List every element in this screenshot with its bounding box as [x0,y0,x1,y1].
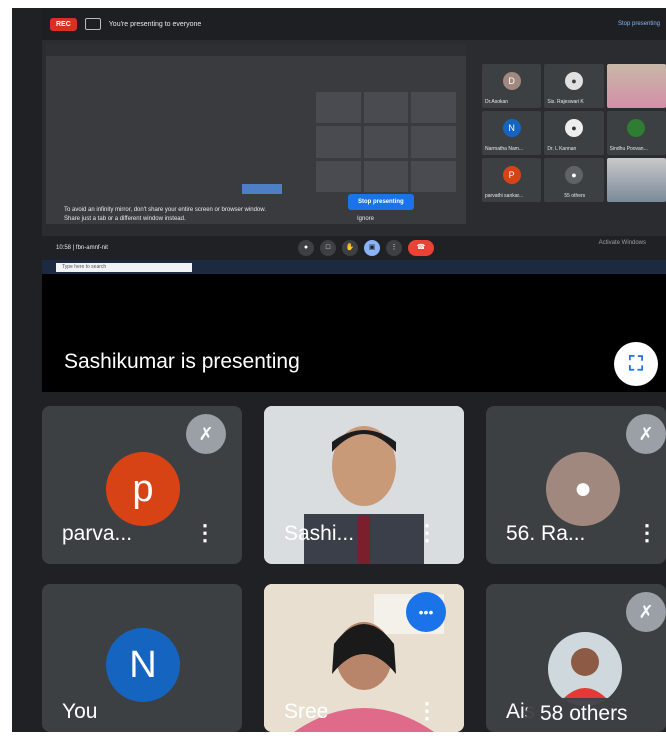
nested-tile [316,160,361,192]
nested-tile [411,160,456,192]
mini-tile[interactable]: P parvathi sankar... [482,158,542,202]
meet-window: REC You're presenting to everyone Stop p… [12,8,666,732]
photo-avatar [548,632,622,706]
mini-participant-grid: D Dr.Asokan ● Sis. Rajeswari K N Narmath… [482,64,666,202]
mini-avatar: P [502,166,521,184]
participant-name: 56. Ra... [506,522,586,545]
mic-off-icon: ✗ [626,414,666,454]
infinity-mirror-message: To avoid an infinity mirror, don't share… [64,206,334,224]
participant-name: Sree [284,700,329,723]
mini-tile[interactable]: D Dr.Asokan [482,64,542,108]
ignore-button[interactable]: Ignore [357,216,374,222]
banner-stop-presenting-link[interactable]: Stop presenting [618,21,660,27]
participant-tile[interactable]: ✗ p parva... ⋮ [42,406,242,564]
taskbar-search-box[interactable]: Type here to search [56,262,192,272]
mini-tile-others[interactable]: ● 55 others [544,158,604,202]
nested-control-bar: 10:58 | fbn-amnf-nit ● □ ✋ ▣ ⋮ ☎ Activat… [42,236,666,260]
mini-tile[interactable]: ● Dr. L Kannan [544,111,604,155]
mini-tile-video[interactable] [606,64,666,108]
raise-hand-icon[interactable]: ✋ [342,240,358,256]
mini-avatar [627,119,646,137]
mini-tile-name: Narmatha Nam... [485,146,524,152]
nested-tile [316,126,361,158]
mini-tile[interactable]: Sindhu Poovan... [606,111,666,155]
presenting-banner-text: You're presenting to everyone [108,20,202,28]
mini-tile-video[interactable] [606,158,666,202]
shared-screen-area: REC You're presenting to everyone Stop p… [12,8,666,393]
participant-tile[interactable]: ✗ ● 56. Ra... ⋮ [486,406,666,564]
mini-tile[interactable]: N Narmatha Nam... [482,111,542,155]
nested-tile [411,92,456,124]
mirror-message-line2: Share just a tab or a different window i… [64,216,186,222]
nested-tile [363,126,409,158]
participant-name: parva... [62,522,133,545]
control-buttons: ● □ ✋ ▣ ⋮ ☎ [298,240,434,256]
mini-tile[interactable]: ● Sis. Rajeswari K [544,64,604,108]
mini-tile-name: 55 others [564,193,586,199]
end-call-icon[interactable]: ☎ [408,240,434,256]
nested-banner [46,44,466,56]
present-icon[interactable]: ▣ [364,240,380,256]
present-screen-icon [84,18,101,30]
others-pill[interactable]: 58 others [526,698,642,730]
nested-tile [363,160,409,192]
nested-tiles [316,92,456,192]
person-avatar-icon: ● [546,452,620,526]
mini-tile-name: parvathi sankar... [485,193,524,199]
mic-icon[interactable]: ● [298,240,314,256]
mini-tile-name: Sis. Rajeswari K [547,99,584,105]
nested-tile [363,92,409,124]
nested-tile [316,92,361,124]
participant-tile-video[interactable]: ••• Sree ⋮ [264,584,464,732]
avatar: p [106,452,180,526]
mini-tile-name: Dr. L Kannan [547,146,577,152]
more-options-icon[interactable]: ⋮ [386,240,402,256]
presenting-banner: REC You're presenting to everyone Stop p… [42,8,666,40]
nested-tile [411,126,456,158]
nested-stop-button [242,184,282,194]
participant-tile-video[interactable]: Sashi... ⋮ [264,406,464,564]
mini-video-feed [606,64,666,108]
mini-avatar: N [502,119,521,137]
activate-windows-watermark: Activate Windows [598,240,646,246]
presenting-label: Sashikumar is presenting [64,350,300,373]
mini-tile-name: Dr.Asokan [485,99,509,105]
windows-taskbar: Type here to search [42,260,666,274]
mini-video-feed [606,158,666,202]
more-vert-icon[interactable]: ⋮ [636,520,658,546]
person-icon: ● [564,72,583,90]
mini-avatar: D [502,72,521,90]
participant-tile-self[interactable]: N You [42,584,242,732]
more-vert-icon[interactable]: ⋮ [194,520,216,546]
mic-off-icon: ✗ [186,414,226,454]
participant-name: Sashi... [284,522,355,545]
speaking-indicator-icon: ••• [406,592,446,632]
stop-presenting-button[interactable]: Stop presenting [348,194,414,210]
camera-icon[interactable]: □ [320,240,336,256]
rec-badge: REC [50,17,77,31]
participant-name: You [62,700,98,723]
mini-photo-avatar: ● [564,119,583,137]
shared-screen-frame: REC You're presenting to everyone Stop p… [42,8,666,263]
others-icon: ● [564,166,583,184]
mini-tile-name: Sindhu Poovan... [609,146,648,152]
more-vert-icon[interactable]: ⋮ [416,520,438,546]
more-vert-icon[interactable]: ⋮ [416,698,438,724]
avatar: N [106,628,180,702]
fullscreen-icon[interactable]: ⛶ [614,342,658,386]
mirror-message-line1: To avoid an infinity mirror, don't share… [64,207,266,213]
mic-off-icon: ✗ [626,592,666,632]
presenting-overlay: Sashikumar is presenting ⛶ [42,274,666,392]
meeting-info: 10:58 | fbn-amnf-nit [56,245,108,251]
